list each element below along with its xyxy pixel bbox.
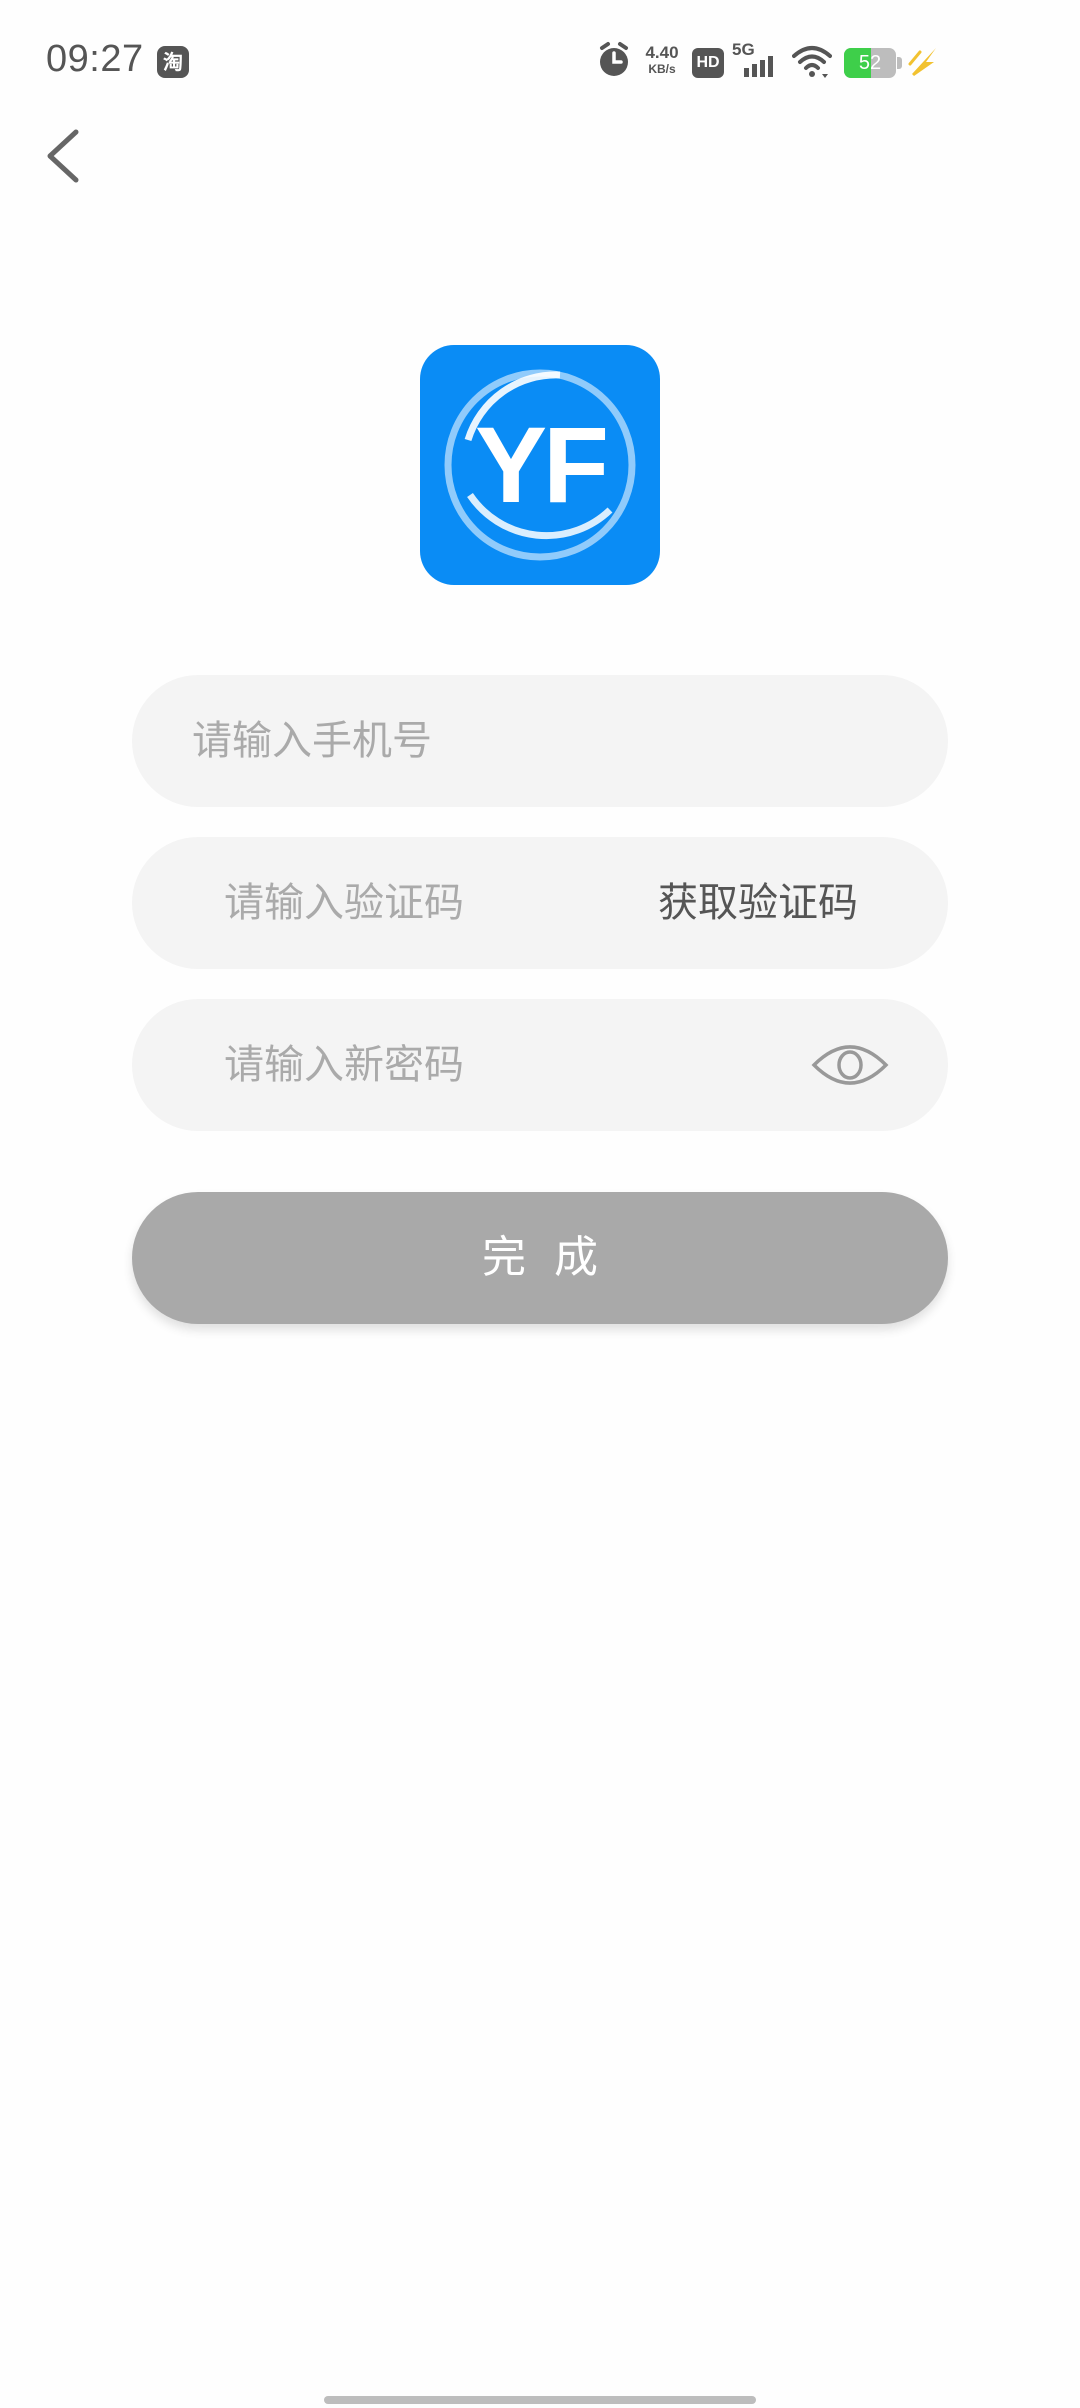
- app-logo: YF: [420, 345, 660, 585]
- alarm-icon: [596, 40, 632, 84]
- submit-button[interactable]: 完成: [132, 1192, 948, 1324]
- signal-icon: 5G: [732, 40, 784, 80]
- status-time: 09:27: [46, 38, 144, 80]
- battery-level: 52: [858, 52, 882, 74]
- toggle-password-visibility-button[interactable]: [810, 1035, 890, 1095]
- net-speed-indicator: 4.40 KB/s: [644, 44, 680, 75]
- back-button[interactable]: [36, 118, 100, 194]
- reset-password-screen: 09:27 淘 4.40 KB/s HD 5G 52 YF 请输入手机号 请输入…: [0, 0, 1080, 2408]
- eye-icon: [811, 1045, 889, 1085]
- home-indicator[interactable]: [324, 2396, 756, 2404]
- hd-badge: HD: [692, 48, 724, 78]
- taobao-notification-icon: 淘: [157, 46, 189, 78]
- battery-indicator: 52: [844, 48, 902, 78]
- code-field-container: 获取验证码: [132, 837, 948, 969]
- phone-field-container: [132, 675, 948, 807]
- logo-text: YF: [474, 404, 609, 525]
- new-password-input[interactable]: [224, 999, 784, 1131]
- net-speed-unit: KB/s: [648, 62, 676, 76]
- net-speed-value: 4.40: [645, 43, 679, 62]
- charging-icon: [908, 44, 940, 78]
- phone-input[interactable]: [192, 675, 892, 807]
- chevron-left-icon: [47, 129, 79, 183]
- status-bar: 09:27 淘 4.40 KB/s HD 5G 52: [0, 0, 1080, 120]
- get-code-button[interactable]: 获取验证码: [658, 837, 858, 969]
- password-field-container: [132, 999, 948, 1131]
- wifi-icon: [792, 44, 832, 80]
- verification-code-input[interactable]: [224, 837, 624, 969]
